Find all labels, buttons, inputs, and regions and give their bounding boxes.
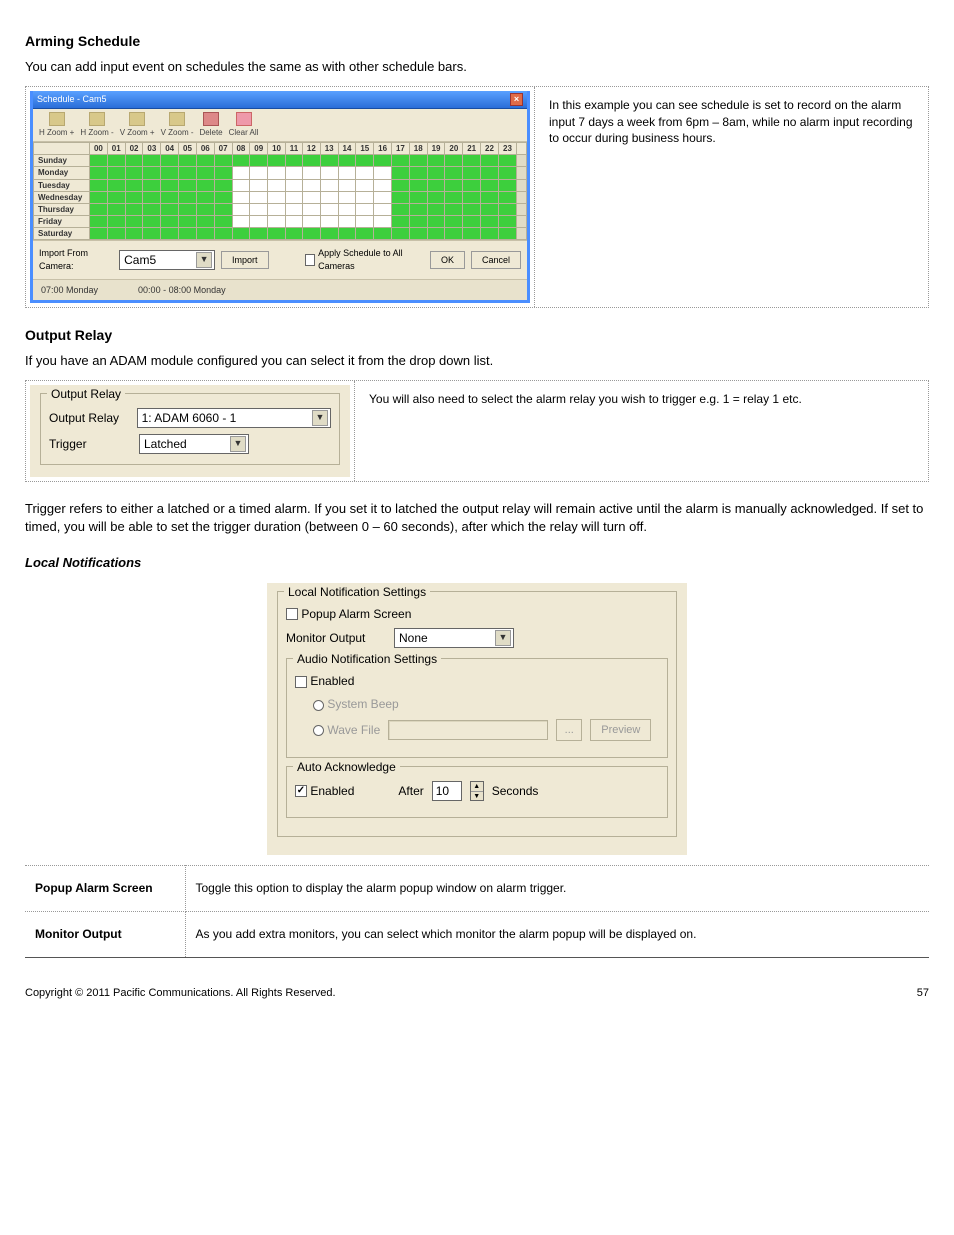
wave-file-radio[interactable]: Wave File: [313, 722, 380, 739]
lns-legend: Local Notification Settings: [284, 584, 430, 601]
hzoom-minus-button[interactable]: H Zoom -: [80, 112, 113, 138]
wave-file-input[interactable]: [388, 720, 548, 740]
stepper-down-icon[interactable]: ▼: [471, 792, 483, 801]
vzoom-minus-button[interactable]: V Zoom -: [161, 112, 194, 138]
page-footer: Copyright © 2011 Pacific Communications.…: [25, 986, 929, 1001]
schedule-status-bar: 07:00 Monday 00:00 - 08:00 Monday: [33, 279, 527, 301]
audio-notification-fieldset: Audio Notification Settings Enabled Syst…: [286, 658, 668, 758]
schedule-titlebar: Schedule - Cam5 ×: [33, 91, 527, 109]
output-relay-select[interactable]: 1: ADAM 6060 - 1 ▼: [137, 408, 331, 428]
monitor-output-select[interactable]: None ▼: [394, 628, 514, 648]
heading-output-relay: Output Relay: [25, 326, 929, 346]
audio-enabled-checkbox[interactable]: Enabled: [295, 673, 354, 690]
body-arming-intro: You can add input event on schedules the…: [25, 58, 929, 76]
import-button[interactable]: Import: [221, 251, 269, 269]
audio-legend: Audio Notification Settings: [293, 651, 441, 668]
import-camera-select[interactable]: Cam5 ▼: [119, 250, 215, 270]
after-label: After: [398, 783, 423, 800]
browse-button[interactable]: ...: [556, 719, 582, 741]
schedule-bottom-bar: Import From Camera: Cam5 ▼ Import Apply …: [33, 240, 527, 278]
definition-text: Toggle this option to display the alarm …: [185, 865, 929, 911]
delete-button[interactable]: Delete: [200, 112, 223, 138]
trigger-select[interactable]: Latched ▼: [139, 434, 249, 454]
preview-button[interactable]: Preview: [590, 719, 651, 741]
system-beep-radio[interactable]: System Beep: [313, 696, 399, 713]
relay-description: You will also need to select the alarm r…: [355, 381, 928, 481]
heading-local-notifications: Local Notifications: [25, 554, 929, 572]
status-time-left: 07:00 Monday: [41, 284, 98, 297]
schedule-grid[interactable]: 0001020304050607080910111213141516171819…: [33, 142, 527, 241]
chevron-down-icon: ▼: [196, 252, 212, 268]
auto-ack-enabled-checkbox[interactable]: ✓ Enabled: [295, 783, 354, 800]
clear-all-button[interactable]: Clear All: [229, 112, 259, 138]
apply-all-checkbox[interactable]: Apply Schedule to All Cameras: [305, 247, 424, 272]
import-from-camera-label: Import From Camera:: [39, 247, 113, 272]
chevron-down-icon: ▼: [312, 410, 328, 426]
seconds-label: Seconds: [492, 783, 539, 800]
trigger-label: Trigger: [49, 436, 131, 453]
trigger-explanation: Trigger refers to either a latched or a …: [25, 500, 929, 536]
local-notification-fieldset: Local Notification Settings Popup Alarm …: [277, 591, 677, 837]
vzoom-plus-button[interactable]: V Zoom +: [120, 112, 155, 138]
chevron-down-icon: ▼: [495, 630, 511, 646]
schedule-description: In this example you can see schedule is …: [535, 87, 928, 307]
table-row: Monitor OutputAs you add extra monitors,…: [25, 911, 929, 957]
hzoom-plus-button[interactable]: H Zoom +: [39, 112, 74, 138]
auto-ack-legend: Auto Acknowledge: [293, 759, 400, 776]
schedule-title: Schedule - Cam5: [37, 93, 107, 106]
close-icon[interactable]: ×: [510, 93, 523, 106]
definition-term: Popup Alarm Screen: [25, 865, 185, 911]
chevron-down-icon: ▼: [230, 436, 246, 452]
popup-alarm-checkbox[interactable]: Popup Alarm Screen: [286, 606, 411, 623]
ok-button[interactable]: OK: [430, 251, 465, 269]
definitions-table: Popup Alarm ScreenToggle this option to …: [25, 865, 929, 958]
relay-panel: Output Relay Output Relay 1: ADAM 6060 -…: [25, 380, 929, 482]
output-relay-label: Output Relay: [49, 410, 129, 427]
status-time-range: 00:00 - 08:00 Monday: [138, 284, 226, 297]
page-number: 57: [917, 986, 929, 1001]
monitor-output-label: Monitor Output: [286, 630, 386, 647]
local-notification-box: Local Notification Settings Popup Alarm …: [267, 583, 687, 855]
output-relay-legend: Output Relay: [47, 386, 125, 403]
definition-text: As you add extra monitors, you can selec…: [185, 911, 929, 957]
table-row: Popup Alarm ScreenToggle this option to …: [25, 865, 929, 911]
heading-arming-schedule: Arming Schedule: [25, 32, 929, 52]
definition-term: Monitor Output: [25, 911, 185, 957]
after-seconds-input[interactable]: [432, 781, 462, 801]
output-relay-fieldset: Output Relay Output Relay 1: ADAM 6060 -…: [40, 393, 340, 465]
copyright-text: Copyright © 2011 Pacific Communications.…: [25, 986, 336, 1001]
stepper-up-icon[interactable]: ▲: [471, 782, 483, 792]
seconds-stepper[interactable]: ▲ ▼: [470, 781, 484, 801]
schedule-toolbar: H Zoom + H Zoom - V Zoom + V Zoom - Dele…: [33, 109, 527, 142]
body-relay-intro: If you have an ADAM module configured yo…: [25, 352, 929, 370]
schedule-panel: Schedule - Cam5 × H Zoom + H Zoom - V Zo…: [25, 86, 929, 308]
cancel-button[interactable]: Cancel: [471, 251, 521, 269]
auto-acknowledge-fieldset: Auto Acknowledge ✓ Enabled After ▲ ▼ Sec…: [286, 766, 668, 818]
schedule-window: Schedule - Cam5 × H Zoom + H Zoom - V Zo…: [30, 91, 530, 303]
